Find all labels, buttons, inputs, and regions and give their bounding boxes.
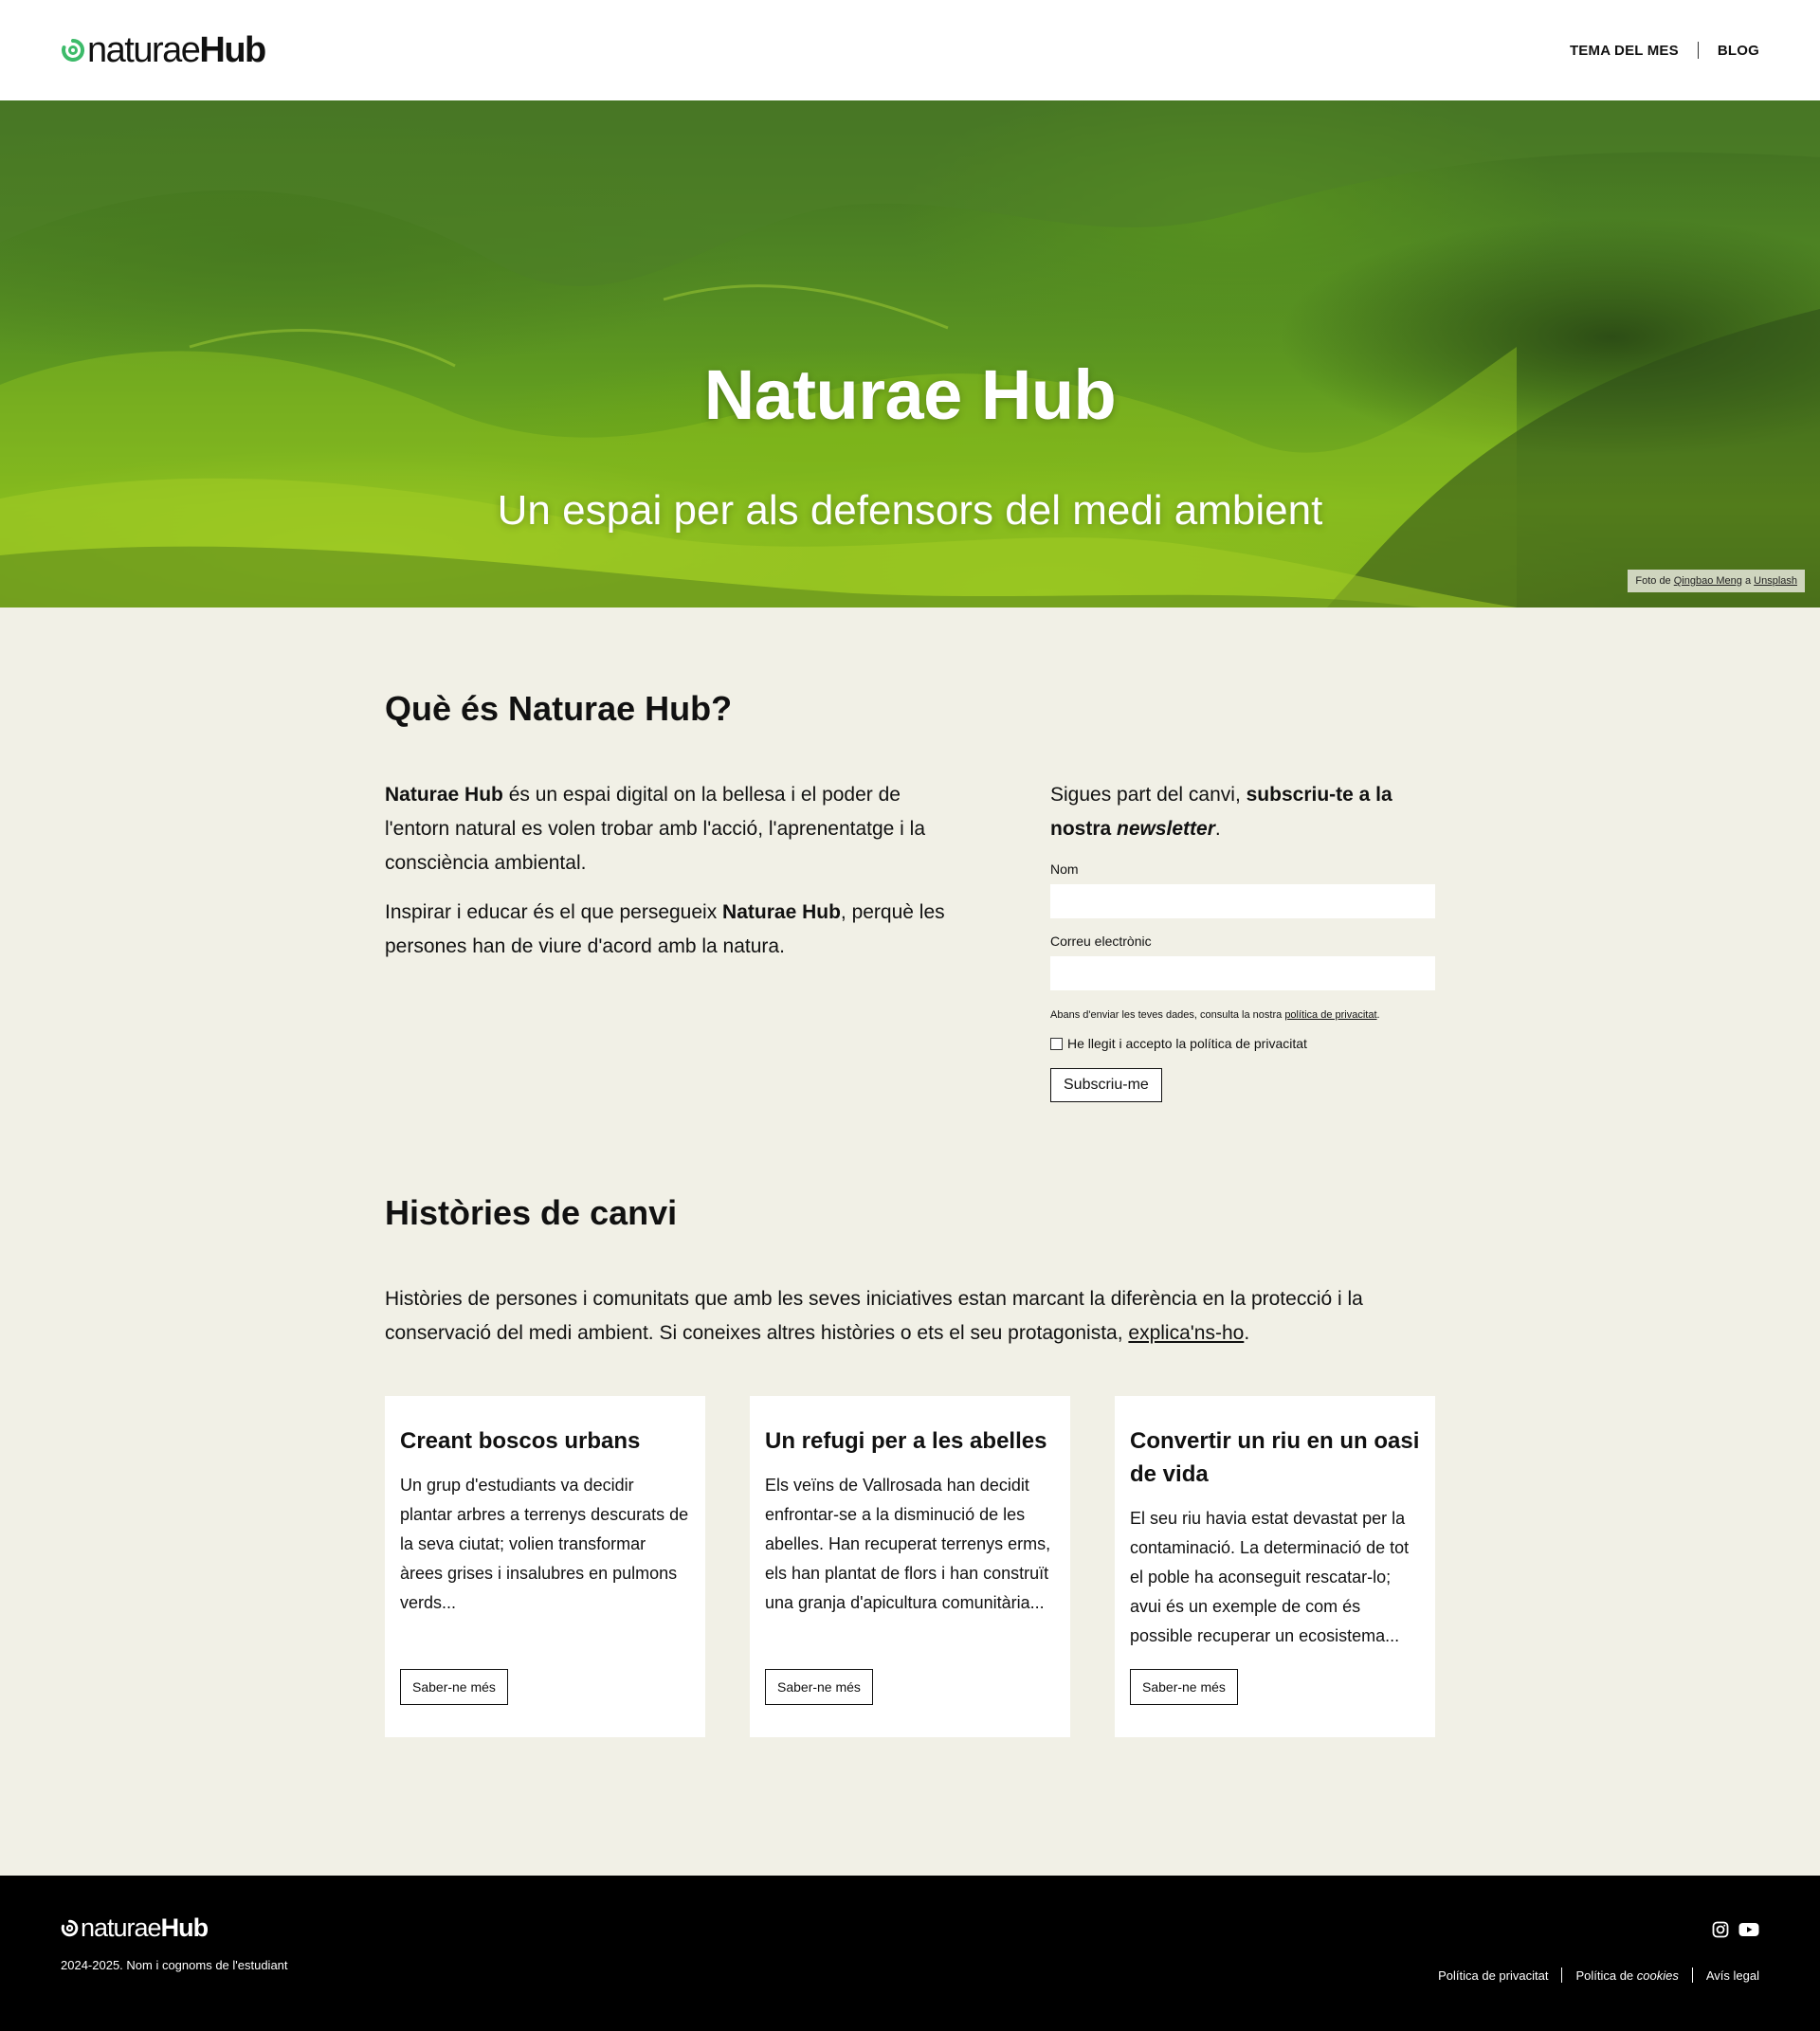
story-card-read-more-button[interactable]: Saber-ne més — [400, 1669, 508, 1705]
story-card-title: Convertir un riu en un oasi de vida — [1130, 1428, 1420, 1487]
story-card-read-more-button[interactable]: Saber-ne més — [765, 1669, 873, 1705]
instagram-icon[interactable] — [1712, 1921, 1729, 1938]
newsletter-form: Sigues part del canvi, subscriu-te a la … — [1050, 778, 1435, 1102]
about-grid: Naturae Hub és un espai digital on la be… — [385, 778, 1435, 1102]
story-card-title: Creant boscos urbans — [400, 1428, 641, 1454]
stories-intro: Històries de persones i comunitats que a… — [385, 1288, 1363, 1344]
about-title: Què és Naturae Hub? — [385, 689, 733, 728]
privacy-consent-checkbox[interactable] — [1050, 1037, 1063, 1050]
cookies-policy-link[interactable]: Política de cookies — [1575, 1968, 1678, 1983]
legal-divider — [1691, 1968, 1693, 1983]
footer-logo-text: naturaeHub — [81, 1913, 209, 1942]
about-text: Naturae Hub és un espai digital on la be… — [385, 778, 963, 1102]
story-card-urban-forests: Creant boscos urbans Un grup d'estudiant… — [385, 1396, 705, 1737]
about-paragraph-2: Inspirar i educar és el que persegueix N… — [385, 901, 945, 957]
story-cards: Creant boscos urbans Un grup d'estudiant… — [385, 1396, 1435, 1737]
social-links — [1712, 1921, 1759, 1938]
story-card-river-oasis: Convertir un riu en un oasi de vida El s… — [1115, 1396, 1435, 1737]
logo-swirl-icon — [62, 38, 85, 62]
privacy-consent-row: He llegit i accepto la política de priva… — [1050, 1036, 1435, 1051]
subscribe-button[interactable]: Subscriu-me — [1050, 1068, 1162, 1102]
nav-divider — [1697, 42, 1699, 59]
legal-divider — [1561, 1968, 1563, 1983]
about-section: Què és Naturae Hub? Naturae Hub és un es… — [385, 607, 1435, 1102]
hero-banner: Naturae Hub Un espai per als defensors d… — [0, 100, 1820, 607]
privacy-policy-link[interactable]: política de privacitat — [1284, 1009, 1376, 1021]
photo-source-link[interactable]: Unsplash — [1754, 575, 1797, 587]
legal-links: Política de privacitat Política de cooki… — [1438, 1968, 1759, 1983]
youtube-icon[interactable] — [1738, 1921, 1759, 1938]
logo-swirl-icon — [61, 1919, 79, 1937]
privacy-note: Abans d'enviar les teves dades, consulta… — [1050, 1009, 1380, 1021]
story-card-text: El seu riu havia estat devastat per la c… — [1130, 1509, 1410, 1645]
privacy-policy-footer-link[interactable]: Política de privacitat — [1438, 1968, 1548, 1983]
about-paragraph-1: Naturae Hub és un espai digital on la be… — [385, 784, 926, 874]
footer-copyright: 2024-2025. Nom i cognoms de l'estudiant — [61, 1958, 288, 1972]
story-card-bee-refuge: Un refugi per a les abelles Els veïns de… — [750, 1396, 1070, 1737]
logo-text: naturaeHub — [87, 30, 266, 70]
name-label: Nom — [1050, 861, 1079, 877]
email-field[interactable] — [1050, 956, 1435, 990]
legal-notice-link[interactable]: Avís legal — [1706, 1968, 1759, 1983]
story-card-text: Un grup d'estudiants va decidir plantar … — [400, 1476, 689, 1612]
nav-link-blog[interactable]: BLOG — [1718, 43, 1759, 59]
photo-author-link[interactable]: Qingbao Meng — [1674, 575, 1742, 587]
photo-credit: Foto de Qingbao Meng a Unsplash — [1628, 570, 1805, 592]
footer-logo[interactable]: naturaeHub — [61, 1913, 209, 1942]
hero-subtitle: Un espai per als defensors del medi ambi… — [497, 487, 1323, 534]
email-label: Correu electrònic — [1050, 934, 1152, 949]
stories-section: Històries de canvi Històries de persones… — [385, 1102, 1435, 1737]
stories-title: Històries de canvi — [385, 1193, 678, 1232]
hero-title: Naturae Hub — [703, 355, 1117, 434]
site-header: naturaeHub TEMA DEL MES BLOG — [0, 0, 1820, 100]
nav-link-tema-del-mes[interactable]: TEMA DEL MES — [1570, 43, 1679, 59]
site-footer: naturaeHub 2024-2025. Nom i cognoms de l… — [0, 1876, 1820, 2031]
privacy-consent-label: He llegit i accepto la política de priva… — [1067, 1036, 1307, 1051]
name-field[interactable] — [1050, 884, 1435, 918]
story-card-read-more-button[interactable]: Saber-ne més — [1130, 1669, 1238, 1705]
site-logo[interactable]: naturaeHub — [61, 30, 266, 70]
main-nav: TEMA DEL MES BLOG — [1570, 42, 1759, 59]
story-card-text: Els veïns de Vallrosada han decidit enfr… — [765, 1476, 1051, 1612]
story-card-title: Un refugi per a les abelles — [765, 1428, 1047, 1454]
newsletter-intro: Sigues part del canvi, subscriu-te a la … — [1050, 784, 1392, 840]
contact-us-link[interactable]: explica'ns-ho — [1128, 1322, 1244, 1344]
